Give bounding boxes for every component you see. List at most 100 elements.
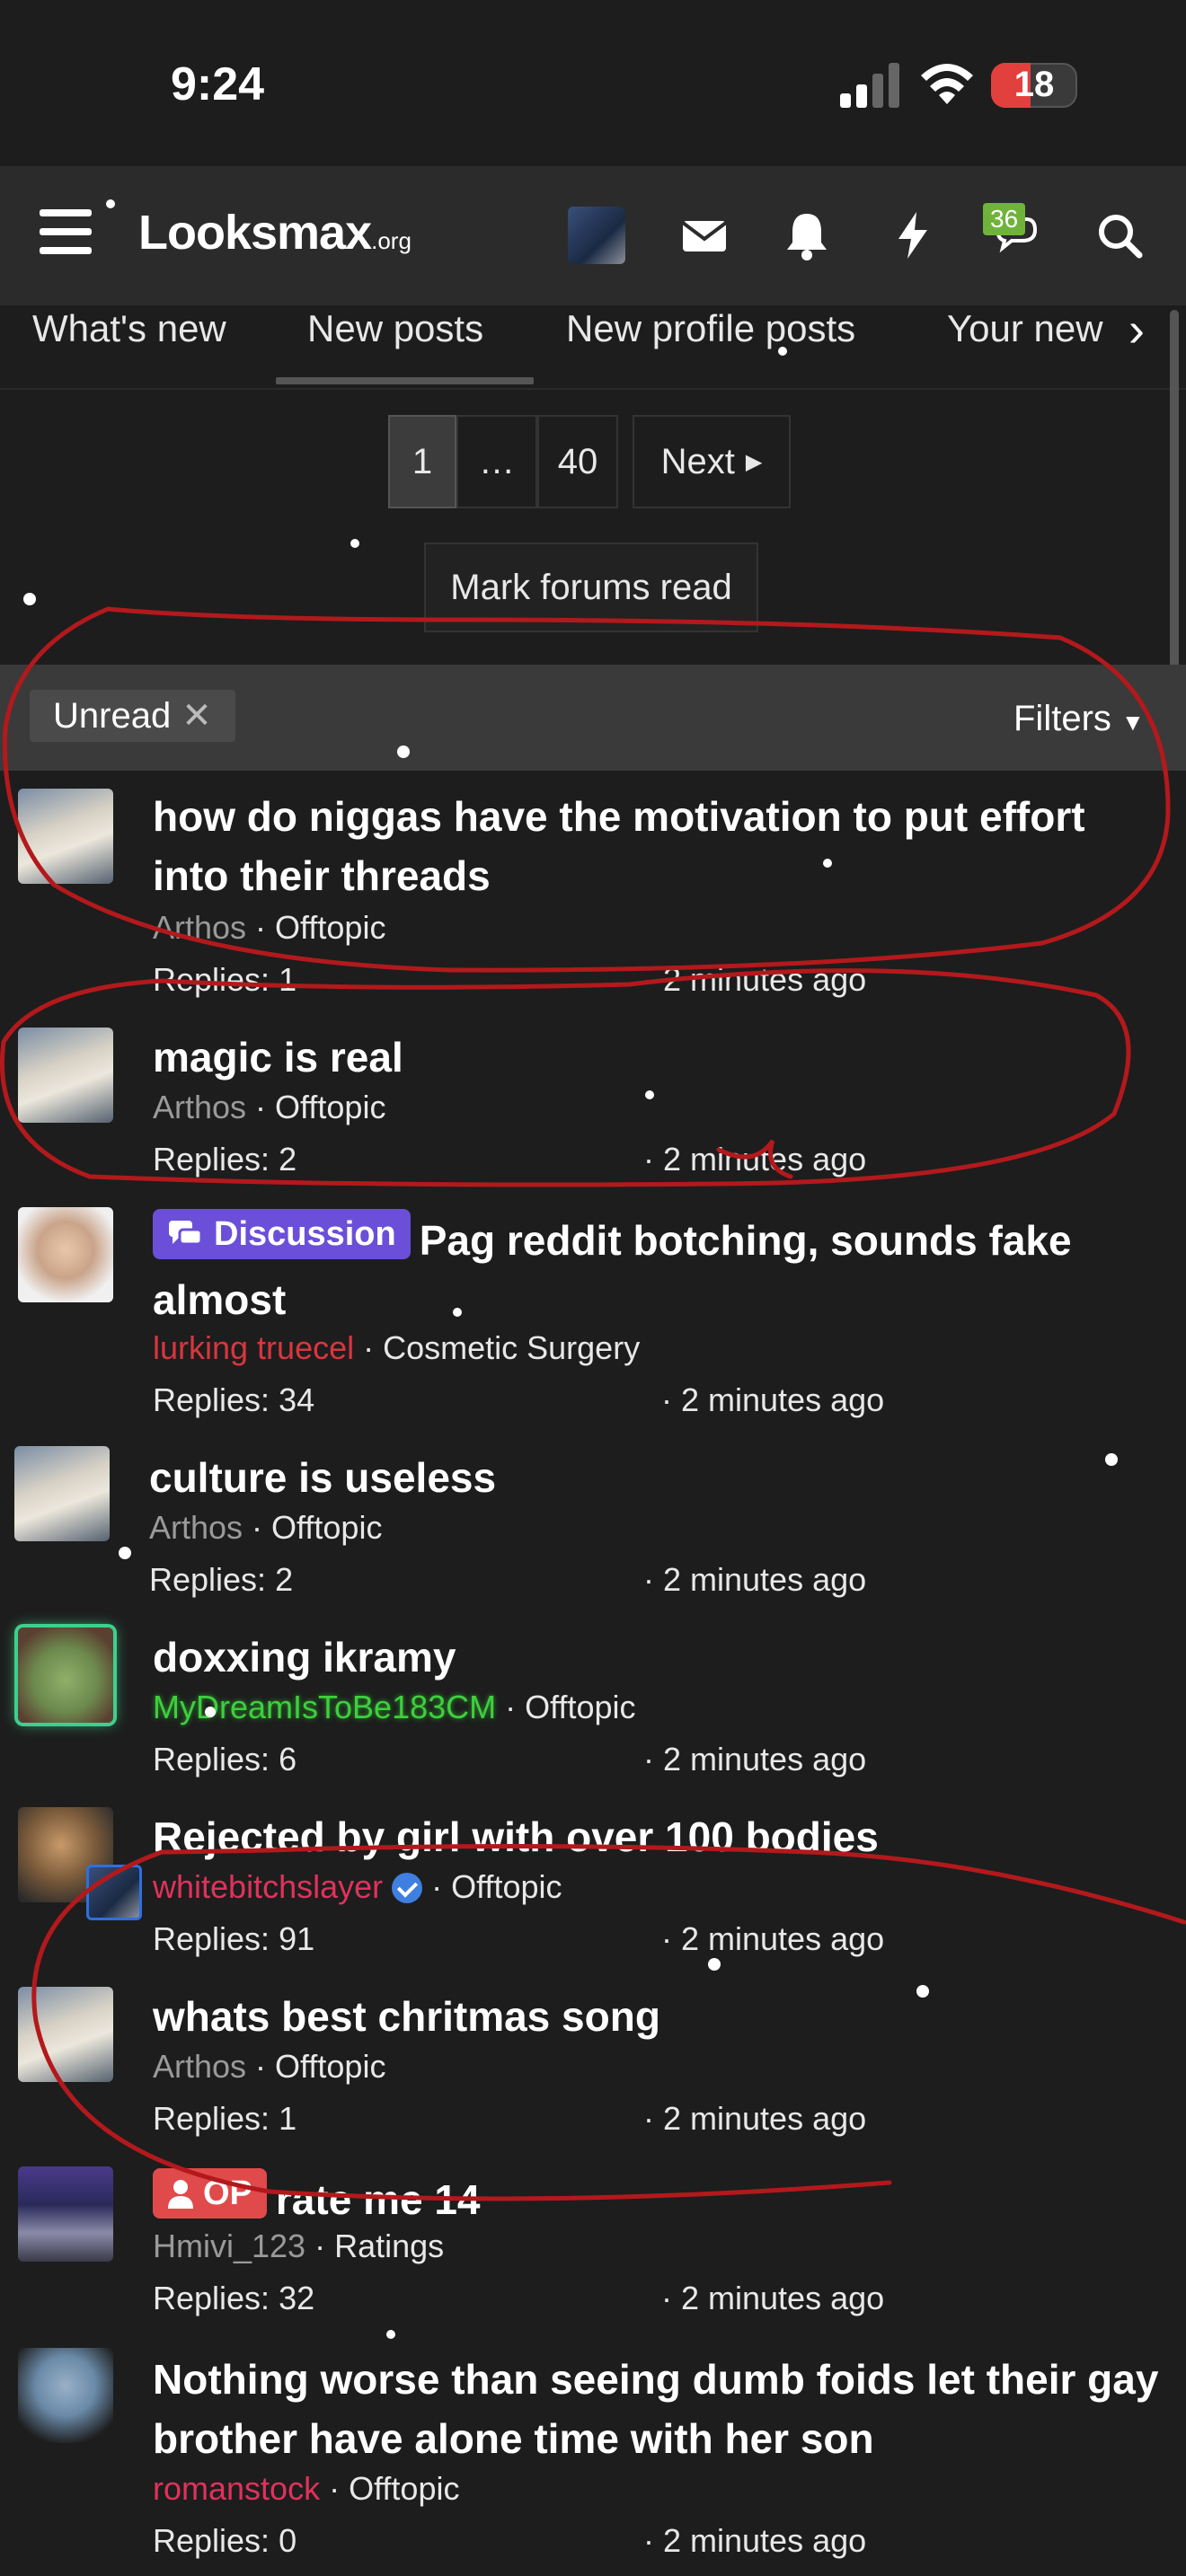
thread-author[interactable]: Arthos	[153, 2048, 246, 2085]
conversations-badge: 36	[983, 203, 1026, 235]
thread-replies: Replies: 2	[153, 1141, 297, 1178]
avatar[interactable]	[18, 1987, 113, 2082]
thread-time[interactable]: · 2 minutes ago	[643, 2522, 866, 2560]
thread-forum[interactable]: Ratings	[334, 2228, 444, 2264]
menu-icon[interactable]	[40, 209, 92, 258]
active-tab-indicator	[276, 377, 534, 384]
snowflake	[23, 593, 36, 605]
thread-time[interactable]: · 2 minutes ago	[643, 2100, 866, 2138]
signal-icon	[840, 63, 899, 108]
thread-meta: MyDreamIsToBe183CM · Offtopic	[153, 1689, 636, 1725]
thread-title[interactable]: magic is real	[153, 1028, 1141, 1087]
thread-forum[interactable]: Offtopic	[271, 1509, 382, 1546]
snowflake	[1105, 1453, 1118, 1466]
thread-forum[interactable]: Offtopic	[275, 2048, 385, 2085]
filters-label: Filters	[1013, 699, 1111, 738]
thread-time[interactable]: · 2 minutes ago	[661, 2280, 884, 2317]
thread-title[interactable]: whats best chritmas song	[153, 1987, 1141, 2046]
prefix-label: Discussion	[214, 1215, 396, 1253]
tab-new-posts[interactable]: New posts	[307, 307, 483, 350]
discussion-prefix[interactable]: Discussion	[153, 1209, 411, 1259]
thread-title[interactable]: culture is useless	[149, 1448, 1137, 1507]
thread-forum[interactable]: Offtopic	[349, 2470, 459, 2507]
avatar[interactable]	[14, 1446, 110, 1541]
thread-author[interactable]: romanstock	[153, 2470, 320, 2507]
thread-forum[interactable]: Cosmetic Surgery	[383, 1329, 640, 1366]
thread-title[interactable]: doxxing ikramy	[153, 1628, 1141, 1687]
thread-meta: lurking truecel · Cosmetic Surgery	[153, 1329, 641, 1366]
caret-right-icon: ▶	[745, 449, 763, 474]
prefix-label: OP	[203, 2175, 252, 2212]
thread-replies: Replies: 0	[153, 2522, 297, 2559]
page-40-button[interactable]: 40	[537, 415, 618, 508]
op-prefix[interactable]: OP	[153, 2168, 267, 2219]
thread-time[interactable]: · 2 minutes ago	[661, 1920, 884, 1958]
thread-meta: Arthos · Offtopic	[149, 1509, 383, 1546]
lightning-icon[interactable]	[884, 207, 942, 264]
thread-replies: Replies: 91	[153, 1920, 315, 1957]
thread-author[interactable]: Arthos	[153, 909, 246, 946]
filters-button[interactable]: Filters ▼	[1013, 699, 1145, 739]
thread-time[interactable]: · 2 minutes ago	[643, 1561, 866, 1599]
avatar[interactable]	[18, 1628, 113, 1723]
thread-time[interactable]: · 2 minutes ago	[661, 1381, 884, 1419]
tab-new-profile-posts[interactable]: New profile posts	[566, 307, 855, 350]
thread-author[interactable]: Hmivi_123	[153, 2228, 305, 2264]
thread-replies: Replies: 32	[153, 2280, 315, 2316]
avatar[interactable]	[18, 1028, 113, 1123]
thread-title[interactable]: rate me 14	[276, 2176, 481, 2223]
thread-forum[interactable]: Offtopic	[451, 1868, 562, 1905]
thread-author[interactable]: lurking truecel	[153, 1329, 354, 1366]
next-page-button[interactable]: Next ▶	[633, 415, 791, 508]
thread-title[interactable]: Nothing worse than seeing dumb foids let…	[153, 2350, 1159, 2468]
snowflake	[916, 1985, 929, 1998]
secondary-avatar[interactable]	[86, 1865, 142, 1920]
thread-title[interactable]: Rejected by girl with over 100 bodies	[153, 1807, 1141, 1866]
verified-badge-icon	[392, 1873, 423, 1903]
unread-filter-chip[interactable]: Unread ✕	[30, 690, 235, 742]
snowflake	[645, 1090, 654, 1099]
thread-meta: Hmivi_123 · Ratings	[153, 2228, 445, 2264]
snowflake	[453, 1308, 462, 1317]
thread-meta: whitebitchslayer · Offtopic	[153, 1868, 562, 1905]
page-1-button[interactable]: 1	[388, 415, 456, 508]
search-icon[interactable]	[1091, 207, 1148, 264]
thread-author[interactable]: Arthos	[153, 1089, 246, 1125]
thread-author[interactable]: Arthos	[149, 1509, 243, 1546]
logo-suffix: .org	[371, 227, 412, 254]
thread-author[interactable]: MyDreamIsToBe183CM	[153, 1689, 496, 1725]
thread-forum[interactable]: Offtopic	[275, 1089, 385, 1125]
thread-time[interactable]: · 2 minutes ago	[643, 1141, 866, 1178]
user-avatar[interactable]	[568, 207, 625, 264]
thread-time[interactable]: · 2 minutes ago	[643, 961, 866, 999]
close-icon[interactable]: ✕	[181, 695, 212, 737]
avatar[interactable]	[18, 789, 113, 884]
wifi-icon	[921, 64, 973, 104]
avatar[interactable]	[18, 2348, 113, 2443]
avatar[interactable]	[18, 1207, 113, 1302]
bell-icon[interactable]	[778, 207, 836, 264]
snowflake	[106, 199, 115, 208]
thread-time[interactable]: · 2 minutes ago	[643, 1741, 866, 1778]
mark-forums-read-button[interactable]: Mark forums read	[424, 543, 758, 632]
avatar[interactable]	[18, 2166, 113, 2262]
chevron-right-icon[interactable]: ›	[1128, 302, 1145, 357]
page-jump-button[interactable]: …	[456, 415, 537, 508]
tab-whats-new[interactable]: What's new	[32, 307, 226, 350]
status-time: 9:24	[171, 58, 265, 110]
thread-forum[interactable]: Offtopic	[275, 909, 385, 946]
battery-percent: 18	[1013, 65, 1055, 104]
logo-text: Looksmax	[138, 206, 372, 260]
envelope-icon[interactable]	[676, 207, 733, 264]
snowflake	[397, 745, 410, 758]
site-logo[interactable]: Looksmax.org	[138, 205, 412, 260]
scrollbar[interactable]	[1170, 310, 1179, 705]
thread-meta: Arthos · Offtopic	[153, 2048, 386, 2085]
thread-replies: Replies: 1	[153, 2100, 297, 2137]
thread-author[interactable]: whitebitchslayer	[153, 1868, 383, 1905]
thread-forum[interactable]: Offtopic	[525, 1689, 635, 1725]
tab-your-news[interactable]: Your new	[947, 307, 1114, 350]
thread-title[interactable]: how do niggas have the motivation to put…	[153, 787, 1141, 905]
thread-replies: Replies: 2	[149, 1561, 294, 1598]
thread-meta: Arthos · Offtopic	[153, 1089, 386, 1125]
